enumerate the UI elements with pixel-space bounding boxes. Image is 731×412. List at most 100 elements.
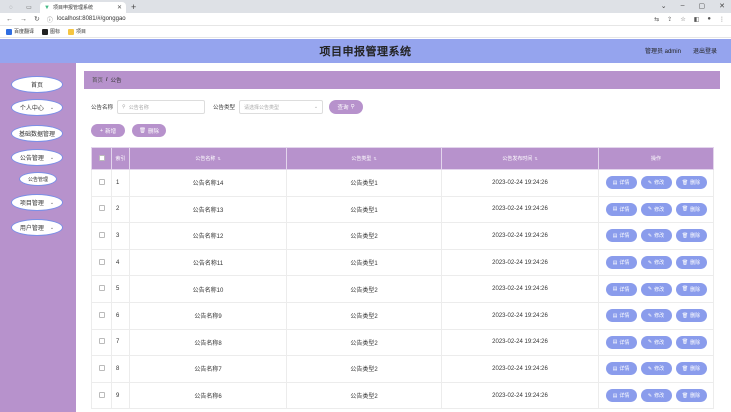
star-icon[interactable]: ☆ [680, 16, 685, 23]
row-type: 公告类型2 [286, 328, 442, 357]
delete-button[interactable]: 🗑 删除 [675, 202, 707, 216]
delete-button[interactable]: 🗑 删除 [675, 362, 707, 376]
breadcrumb-home[interactable]: 首页 [92, 76, 103, 84]
edit-button[interactable]: ✎ 修改 [640, 229, 672, 243]
url-field[interactable]: ⓘ localhost:8081/#/gonggao [47, 15, 647, 24]
detail-button[interactable]: ▤ 详情 [605, 309, 637, 323]
chevron-down-icon: ⌄ [49, 224, 55, 231]
sort-icon[interactable]: ⇅ [217, 156, 220, 161]
back-icon[interactable]: ← [6, 16, 13, 23]
row-checkbox[interactable] [98, 231, 105, 238]
row-actions: ▤ 详情 ✎ 修改 🗑 删除 [598, 275, 714, 303]
forward-icon[interactable]: → [20, 16, 27, 23]
sidebar-item-users[interactable]: 用户管理 ⌄ [11, 219, 63, 236]
column-header-actions: 操作 [598, 147, 714, 170]
row-checkbox[interactable] [98, 285, 105, 292]
bookmark-item[interactable]: 百度翻译 [6, 28, 34, 35]
sidebar-item-base-data[interactable]: 基础数据管理 [11, 125, 63, 142]
sidebar-subitem-notice[interactable]: 公告管理 [19, 172, 57, 186]
translate-icon[interactable]: ⇆ [654, 16, 659, 23]
detail-button[interactable]: ▤ 详情 [605, 389, 637, 403]
new-tab-icon[interactable]: + [131, 2, 136, 13]
close-window-icon[interactable]: ✕ [719, 2, 725, 10]
name-filter-label: 公告名称 [91, 105, 114, 111]
row-index: 6 [111, 301, 130, 330]
browser-tab[interactable]: ▼ 项目申报管理系统 ✕ [40, 2, 126, 13]
delete-button[interactable]: 🗑 删除 [675, 335, 707, 349]
column-header-name[interactable]: 公告名称 ⇅ [129, 147, 287, 170]
row-checkbox[interactable] [98, 258, 105, 265]
bookmark-item[interactable]: 项目 [68, 28, 86, 35]
delete-button[interactable]: 🗑 删除 [675, 256, 707, 270]
row-checkbox[interactable] [98, 311, 105, 318]
delete-button[interactable]: 🗑 删除 [675, 229, 707, 243]
minimize-icon[interactable]: – [681, 2, 685, 10]
row-actions: ▤ 详情 ✎ 修改 🗑 删除 [598, 195, 714, 224]
row-name: 公告名称6 [129, 381, 287, 410]
select-all-checkbox[interactable] [98, 154, 105, 161]
row-checkbox[interactable] [98, 338, 105, 345]
detail-button[interactable]: ▤ 详情 [605, 282, 637, 296]
maximize-icon[interactable]: ▢ [699, 2, 706, 10]
share-icon[interactable]: ⇪ [667, 16, 672, 23]
sidebar-item-profile[interactable]: 个人中心 ⌄ [11, 99, 63, 116]
row-checkbox[interactable] [98, 205, 105, 212]
name-filter-input[interactable]: ⚲ 公告名称 [117, 100, 206, 114]
close-icon[interactable]: ✕ [117, 4, 122, 11]
row-checkbox[interactable] [98, 391, 105, 398]
row-checkbox[interactable] [98, 364, 105, 371]
edit-button[interactable]: ✎ 修改 [640, 335, 672, 349]
tab-ghost-1[interactable]: ◌ [4, 2, 18, 13]
profile-icon[interactable]: ● [707, 16, 711, 23]
edit-button[interactable]: ✎ 修改 [640, 389, 672, 403]
reload-icon[interactable]: ↻ [34, 15, 40, 23]
edit-button[interactable]: ✎ 修改 [640, 256, 672, 270]
delete-button[interactable]: 🗑 删除 [675, 176, 707, 190]
column-header-type[interactable]: 公告类型 ⇅ [286, 147, 442, 170]
delete-button[interactable]: 🗑 删除 [675, 389, 707, 403]
table-row: 7 公告名称8 公告类型2 2023-02-24 19:24:26 ▤ 详情 ✎ 修改 🗑 删除 [91, 328, 714, 357]
sidepanel-icon[interactable]: ◧ [694, 16, 700, 23]
edit-icon: ✎ [647, 365, 653, 372]
detail-button[interactable]: ▤ 详情 [605, 229, 637, 243]
tab-ghost-2[interactable]: ▭ [22, 2, 36, 13]
detail-button[interactable]: ▤ 详情 [605, 202, 637, 216]
detail-icon: ▤ [612, 232, 618, 239]
row-type: 公告类型2 [286, 275, 442, 303]
edit-button[interactable]: ✎ 修改 [640, 202, 672, 216]
row-type: 公告类型1 [286, 169, 442, 197]
sidebar-item-home[interactable]: 首页 [11, 76, 63, 93]
column-header-time[interactable]: 公告发布时间 ⇅ [441, 147, 599, 170]
table-header-row: 索引 公告名称 ⇅ 公告类型 ⇅ 公告发布时间 ⇅ 操作 [91, 147, 714, 170]
row-checkbox-cell [91, 195, 112, 224]
search-button[interactable]: 查询 ⚲ [329, 100, 364, 114]
row-checkbox[interactable] [98, 178, 105, 185]
type-filter-select[interactable]: 请选择公告类型 ⌄ [239, 100, 324, 114]
delete-button[interactable]: 🗑 删除 [675, 309, 707, 323]
sidebar-item-project[interactable]: 项目管理 ⌄ [11, 194, 63, 211]
logout-link[interactable]: 退出登录 [693, 46, 717, 55]
chevron-down-icon[interactable]: ⌄ [661, 2, 667, 10]
edit-button[interactable]: ✎ 修改 [640, 362, 672, 376]
bookmark-item[interactable]: 图标 [42, 28, 60, 35]
edit-icon: ✎ [647, 179, 653, 186]
window-controls: ⌄ – ▢ ✕ [661, 2, 725, 10]
detail-button[interactable]: ▤ 详情 [605, 335, 637, 349]
batch-delete-button[interactable]: 🗑 删除 [132, 124, 166, 137]
column-header-index: 索引 [111, 147, 130, 170]
sort-icon[interactable]: ⇅ [373, 156, 376, 161]
edit-button[interactable]: ✎ 修改 [640, 282, 672, 296]
menu-icon[interactable]: ⋮ [719, 16, 725, 23]
sidebar-item-notice[interactable]: 公告管理 ⌄ [11, 149, 63, 166]
detail-button[interactable]: ▤ 详情 [605, 256, 637, 270]
detail-button[interactable]: ▤ 详情 [605, 176, 637, 190]
add-button[interactable]: + 新增 [91, 124, 125, 137]
type-filter-label: 公告类型 [213, 105, 236, 111]
edit-button[interactable]: ✎ 修改 [640, 309, 672, 323]
edit-button[interactable]: ✎ 修改 [640, 176, 672, 190]
detail-button[interactable]: ▤ 详情 [605, 362, 637, 376]
sort-icon[interactable]: ⇅ [534, 156, 537, 161]
delete-button[interactable]: 🗑 删除 [675, 282, 707, 296]
row-checkbox-cell [91, 355, 112, 383]
row-actions: ▤ 详情 ✎ 修改 🗑 删除 [598, 301, 714, 330]
